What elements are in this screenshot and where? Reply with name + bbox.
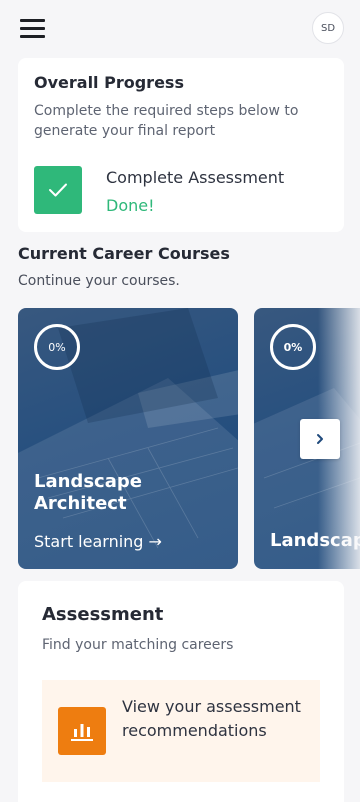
assessment-subtitle: Find your matching careers: [42, 637, 234, 653]
overall-progress-card: Overall Progress Complete the required s…: [18, 58, 344, 232]
view-recommendations-button[interactable]: View your assessment recommendations: [42, 680, 320, 782]
bar-chart-icon: [58, 707, 106, 755]
step-status: Done!: [106, 196, 155, 215]
hamburger-menu-icon[interactable]: [20, 19, 45, 38]
checkmark-icon: [34, 166, 82, 214]
carousel-next-button[interactable]: [300, 419, 340, 459]
course-card[interactable]: 0% Landscape Architect Start learning →: [18, 308, 238, 569]
chevron-right-icon: [317, 434, 323, 444]
start-learning-link[interactable]: Start learning →: [34, 532, 162, 551]
recommendations-text: View your assessment recommendations: [122, 697, 301, 740]
courses-section-subtitle: Continue your courses.: [18, 273, 180, 289]
avatar[interactable]: SD: [312, 12, 344, 44]
course-progress-indicator: 0%: [34, 324, 80, 370]
courses-section-title: Current Career Courses: [18, 244, 230, 263]
course-progress-indicator: 0%: [270, 324, 316, 370]
overall-progress-description: Complete the required steps below to gen…: [34, 103, 299, 139]
top-bar: SD: [0, 0, 360, 58]
assessment-card: Assessment Find your matching careers Vi…: [18, 581, 344, 802]
step-label: Complete Assessment: [106, 168, 285, 187]
assessment-title: Assessment: [42, 604, 164, 625]
course-name: Landscape Architect: [34, 471, 142, 514]
overall-progress-title: Overall Progress: [34, 73, 184, 92]
